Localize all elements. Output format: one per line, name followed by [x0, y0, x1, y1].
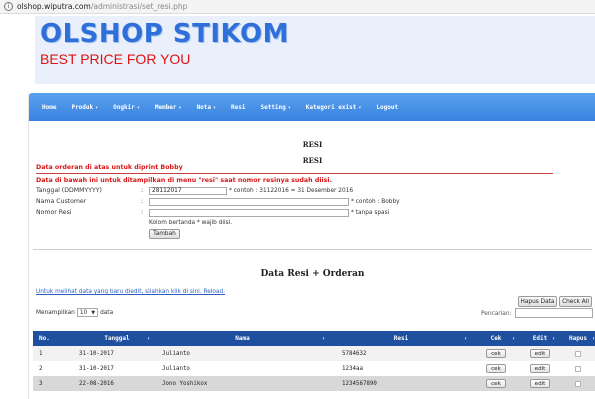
- nav-ongkir[interactable]: Ongkir ▾: [113, 104, 140, 111]
- search-input[interactable]: [515, 308, 593, 318]
- nav-logout[interactable]: Logout: [376, 104, 398, 111]
- tanggal-row: Tanggal (DDMMYYYY) : 28112017 * contoh :…: [36, 186, 354, 195]
- cell-tanggal: 31-10-2017: [79, 350, 114, 357]
- site-banner: OLSHOP STIKOM BEST PRICE FOR YOU: [35, 16, 595, 84]
- cell-resi: 1234aa: [342, 365, 363, 372]
- reload-link[interactable]: Untuk melihat data yang baru diedit, sil…: [36, 289, 225, 295]
- data-section-title: Data Resi + Orderan: [260, 269, 365, 279]
- resi-row: Nomor Resi : * tanpa spasi: [36, 208, 390, 217]
- resi-input[interactable]: [149, 208, 349, 217]
- col-no[interactable]: No.: [33, 331, 79, 346]
- sort-icon: ⬍: [551, 335, 555, 342]
- nav-kategori-exist[interactable]: Kategori exist ▾: [306, 104, 362, 111]
- chevron-down-icon: ▾: [287, 104, 291, 111]
- address-bar[interactable]: i olshop.wiputra.com /administrasi/set_r…: [0, 0, 595, 14]
- customer-input[interactable]: [149, 197, 349, 206]
- chevron-down-icon: ▾: [95, 104, 99, 111]
- site-tagline: BEST PRICE FOR YOU: [40, 51, 191, 67]
- cell-nama: Julianto: [162, 350, 190, 357]
- customer-row: Nama Customer : * contoh : Bobby: [36, 197, 400, 206]
- edit-button[interactable]: edit: [529, 379, 551, 388]
- resi-note: Data di bawah ini untuk ditampilkan di m…: [36, 177, 332, 184]
- cell-no: 1: [39, 350, 43, 357]
- hapus-checkbox[interactable]: [575, 380, 581, 387]
- tambah-button[interactable]: Tambah: [149, 229, 180, 239]
- nav-setting[interactable]: Setting ▾: [260, 104, 290, 111]
- resi-hint: * tanpa spasi: [351, 209, 390, 216]
- edit-button[interactable]: edit: [529, 364, 551, 373]
- col-cek[interactable]: Cek ⬍: [472, 331, 520, 346]
- chevron-down-icon: ▾: [213, 104, 217, 111]
- edit-button[interactable]: edit: [529, 349, 551, 358]
- chevron-down-icon: ▾: [358, 104, 362, 111]
- customer-hint: * contoh : Bobby: [351, 198, 400, 205]
- cell-no: 2: [39, 365, 43, 372]
- hapus-checkbox[interactable]: [575, 350, 581, 357]
- tanggal-input[interactable]: 28112017: [149, 186, 227, 195]
- col-hapus[interactable]: Hapus ⬍: [560, 331, 595, 346]
- site-logo-title[interactable]: OLSHOP STIKOM: [40, 19, 289, 49]
- table-row: 3 22-08-2016 Jono Yoshikox 1234567890 ce…: [33, 376, 595, 391]
- main-navbar: Home Produk ▾ Ongkir ▾ Member ▾ Nota ▾ Resi …: [29, 93, 595, 121]
- nav-home[interactable]: Home: [42, 104, 56, 111]
- table-header: No. Tanggal ⬍ Nama ⬍ Resi ⬍ Cek ⬍ Edit ⬍ Hapu…: [33, 331, 595, 346]
- cek-button[interactable]: cek: [486, 364, 506, 373]
- search-label: Pencarian:: [481, 311, 512, 317]
- col-nama[interactable]: Nama ⬍: [155, 331, 330, 346]
- cell-nama: Julianto: [162, 365, 190, 372]
- page-length-value: 10: [79, 309, 88, 316]
- sort-icon: ⬍: [146, 335, 150, 342]
- sort-icon: ⬍: [511, 335, 515, 342]
- page-length-control: Menampilkan 10 ▼ data: [36, 308, 113, 317]
- tanggal-label: Tanggal (DDMMYYYY): [36, 187, 102, 194]
- show-suffix: data: [100, 309, 114, 316]
- cell-resi: 5784632: [342, 350, 367, 357]
- show-prefix: Menampilkan: [36, 309, 75, 316]
- chevron-down-icon: ▾: [178, 104, 182, 111]
- cell-no: 3: [39, 380, 43, 387]
- cek-button[interactable]: cek: [486, 349, 506, 358]
- check-all-button[interactable]: Check All: [559, 296, 592, 307]
- resi-table: No. Tanggal ⬍ Nama ⬍ Resi ⬍ Cek ⬍ Edit ⬍ Hapu…: [33, 331, 595, 391]
- url-host: olshop.wiputra.com: [17, 2, 91, 11]
- col-resi[interactable]: Resi ⬍: [330, 331, 472, 346]
- nav-nota[interactable]: Nota ▾: [197, 104, 216, 111]
- col-edit[interactable]: Edit ⬍: [520, 331, 560, 346]
- hapus-checkbox[interactable]: [575, 365, 581, 372]
- nav-produk[interactable]: Produk ▾: [71, 104, 98, 111]
- nav-member[interactable]: Member ▾: [155, 104, 182, 111]
- required-note: Kolom bertanda * wajib diisi.: [149, 220, 233, 226]
- tanggal-hint: * contoh : 31122016 = 31 Desember 2016: [229, 187, 354, 194]
- nav-resi[interactable]: Resi: [231, 104, 245, 111]
- print-note: Data orderan di atas untuk diprint Bobby: [36, 164, 183, 171]
- cell-tanggal: 31-10-2017: [79, 365, 114, 372]
- section-divider: [33, 249, 592, 250]
- table-row: 2 31-10-2017 Julianto 1234aa cek edit: [33, 361, 595, 376]
- table-row: 1 31-10-2017 Julianto 5784632 cek edit: [33, 346, 595, 361]
- url-path: /administrasi/set_resi.php: [90, 2, 188, 11]
- customer-label: Nama Customer: [36, 198, 87, 205]
- page-title: RESI: [302, 140, 323, 149]
- hapus-data-button[interactable]: Hapus Data: [518, 296, 557, 307]
- sort-icon: ⬍: [463, 335, 467, 342]
- divider: [36, 173, 553, 174]
- col-tanggal[interactable]: Tanggal ⬍: [79, 331, 155, 346]
- resi-label: Nomor Resi: [36, 209, 72, 216]
- chevron-down-icon: ▾: [136, 104, 140, 111]
- main-panel: Home Produk ▾ Ongkir ▾ Member ▾ Nota ▾ Resi …: [28, 93, 595, 399]
- page-length-select[interactable]: 10 ▼: [76, 308, 99, 317]
- chevron-down-icon: ▼: [91, 309, 96, 316]
- cell-nama: Jono Yoshikox: [162, 380, 208, 387]
- cell-tanggal: 22-08-2016: [79, 380, 114, 387]
- cell-resi: 1234567890: [342, 380, 377, 387]
- sort-icon: ⬍: [321, 335, 325, 342]
- info-icon[interactable]: i: [4, 2, 13, 11]
- cek-button[interactable]: cek: [486, 379, 506, 388]
